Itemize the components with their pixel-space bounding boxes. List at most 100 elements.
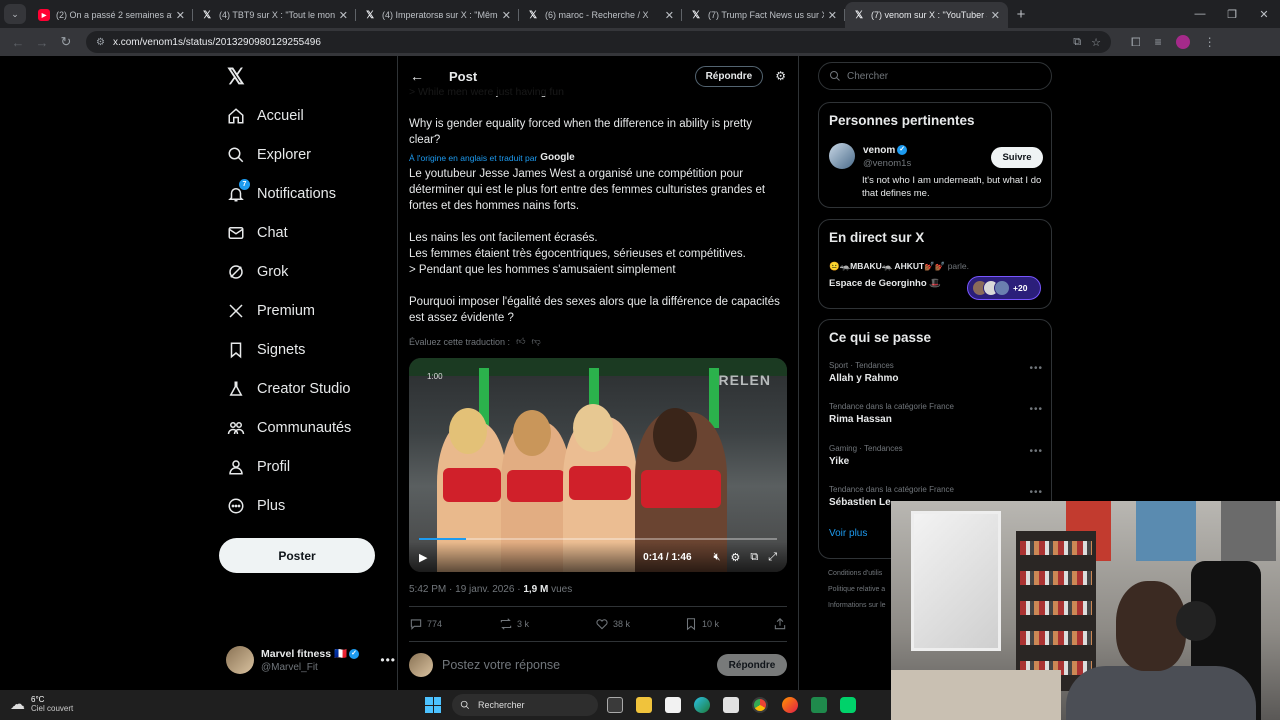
- close-tab-icon[interactable]: ✕: [665, 9, 674, 22]
- install-app-icon[interactable]: ⧉: [1073, 36, 1081, 49]
- reply-header-button[interactable]: Répondre: [694, 65, 764, 87]
- bookmark-star-icon[interactable]: ☆: [1091, 36, 1101, 49]
- browser-tab[interactable]: 𝕏 (4) Imperatorsв sur X : "Même ✕: [356, 2, 519, 28]
- youtube-icon: ▶: [38, 9, 50, 21]
- back-arrow-icon[interactable]: ←: [6, 35, 30, 50]
- more-dots-icon[interactable]: •••: [1029, 404, 1043, 415]
- translation-notice[interactable]: À l'origine en anglais et traduit par Go…: [409, 152, 575, 163]
- post-button[interactable]: Poster: [219, 538, 375, 573]
- minimize-button[interactable]: —: [1184, 8, 1216, 21]
- footer-link[interactable]: Conditions d'utilis: [828, 566, 886, 582]
- firefox-icon[interactable]: [782, 697, 798, 713]
- reply-action[interactable]: 774: [409, 617, 499, 631]
- chrome-icon[interactable]: [752, 697, 768, 713]
- nav-plus[interactable]: Plus: [226, 491, 285, 521]
- mute-icon[interactable]: 🔇︎: [714, 551, 721, 564]
- x-logo-icon[interactable]: 𝕏: [227, 64, 245, 90]
- footer-link[interactable]: Politique relative a: [828, 582, 886, 598]
- nav-premium[interactable]: Premium: [226, 296, 315, 326]
- edge-icon[interactable]: [694, 697, 710, 713]
- search-input[interactable]: Chercher: [818, 62, 1052, 90]
- video-player[interactable]: 1:00 RELEN ▶ 0:14 / 1:46 🔇︎ ⚙ ⧉ ⤢: [409, 358, 787, 572]
- browser-tab[interactable]: 𝕏 (7) Trump Fact News us sur X : " ✕: [682, 2, 845, 28]
- notepad-icon[interactable]: [665, 697, 681, 713]
- repost-action[interactable]: 3 k: [499, 617, 595, 631]
- new-tab-button[interactable]: +: [1008, 6, 1034, 23]
- see-more-link[interactable]: Voir plus: [829, 528, 867, 539]
- reply-submit-button[interactable]: Répondre: [717, 654, 787, 676]
- app-icon[interactable]: [811, 697, 827, 713]
- reply-input[interactable]: Postez votre réponse: [442, 658, 717, 672]
- thumbs-up-icon[interactable]: 👍︎: [516, 336, 525, 347]
- close-tab-icon[interactable]: ✕: [176, 9, 185, 22]
- avatar[interactable]: [829, 143, 855, 169]
- site-info-icon[interactable]: ⚙: [96, 37, 105, 48]
- maximize-button[interactable]: ❐: [1216, 8, 1248, 21]
- profile-avatar[interactable]: [1175, 35, 1190, 49]
- back-arrow-icon[interactable]: ←: [410, 68, 424, 84]
- more-dots-icon[interactable]: •••: [380, 653, 396, 667]
- post-timestamp[interactable]: 5:42 PM · 19 janv. 2026 ·: [409, 584, 523, 595]
- share-action[interactable]: [773, 617, 787, 631]
- browser-tab[interactable]: 𝕏 (4) TBT9 sur X : "Tout le monde ✕: [193, 2, 356, 28]
- nav-profil[interactable]: Profil: [226, 452, 290, 482]
- taskbar-search[interactable]: Rechercher: [452, 694, 598, 716]
- bookmark-action[interactable]: 10 k: [684, 617, 772, 631]
- card-title: Personnes pertinentes: [829, 113, 975, 128]
- follow-button[interactable]: Suivre: [991, 147, 1043, 168]
- left-navigation: 𝕏 Accueil Explorer 7 Notifications Chat …: [218, 56, 396, 690]
- nav-explorer[interactable]: Explorer: [226, 140, 311, 170]
- more-dots-icon[interactable]: •••: [1029, 446, 1043, 457]
- thumbs-down-icon[interactable]: 👎︎: [531, 336, 540, 347]
- close-window-button[interactable]: ✕: [1248, 8, 1280, 21]
- nav-chat[interactable]: Chat: [226, 218, 288, 248]
- nav-accueil[interactable]: Accueil: [226, 101, 304, 131]
- settings-gear-icon[interactable]: ⚙: [730, 551, 740, 564]
- nav-communautes[interactable]: Communautés: [226, 413, 351, 443]
- video-progress-bar[interactable]: [419, 538, 777, 540]
- like-count: 38 k: [613, 619, 631, 629]
- nav-notifications[interactable]: 7 Notifications: [226, 179, 336, 209]
- trend-item[interactable]: Gaming · Tendances Yike •••: [829, 444, 1043, 467]
- space-name[interactable]: Espace de Georginho 🎩: [829, 278, 941, 289]
- chrome-menu-icon[interactable]: ⋮: [1204, 35, 1216, 49]
- extensions-icon[interactable]: ⧠: [1131, 35, 1141, 50]
- nav-signets[interactable]: Signets: [226, 335, 305, 365]
- close-tab-icon[interactable]: ✕: [502, 9, 511, 22]
- close-tab-icon[interactable]: ✕: [339, 9, 348, 22]
- tab-search-button[interactable]: ⌄: [4, 4, 26, 24]
- file-explorer-icon[interactable]: [636, 697, 652, 713]
- fullscreen-icon[interactable]: ⤢: [768, 551, 777, 564]
- close-tab-icon[interactable]: ✕: [991, 9, 1000, 22]
- nav-grok[interactable]: Grok: [226, 257, 288, 287]
- address-bar[interactable]: ⚙ x.com/venom1s/status/20132909801292554…: [86, 31, 1111, 53]
- like-action[interactable]: 38 k: [595, 617, 684, 631]
- settings-sliders-icon[interactable]: ⚙: [775, 69, 786, 83]
- browser-tab[interactable]: ▶ (2) On a passé 2 semaines avec ✕: [30, 2, 193, 28]
- nav-creator-studio[interactable]: Creator Studio: [226, 374, 351, 404]
- trend-item[interactable]: Tendance dans la catégorie France Rima H…: [829, 402, 1043, 425]
- paragraph: Le youtubeur Jesse James West a organisé…: [409, 168, 766, 212]
- space-listeners-pill[interactable]: +20: [967, 276, 1041, 300]
- app-icon[interactable]: [840, 697, 856, 713]
- weather-widget[interactable]: ☁ 6°C Ciel couvert: [10, 695, 73, 713]
- forward-arrow-icon[interactable]: →: [30, 35, 54, 50]
- close-tab-icon[interactable]: ✕: [828, 9, 837, 22]
- play-icon[interactable]: ▶: [419, 551, 427, 564]
- footer-link[interactable]: Informations sur le: [828, 598, 886, 614]
- account-switcher[interactable]: Marvel fitness 🇫🇷 ✓ @Marvel_Fit •••: [226, 643, 396, 677]
- media-icon[interactable]: ≡: [1155, 35, 1162, 49]
- reload-icon[interactable]: ↻: [54, 34, 78, 50]
- line: Les nains les ont facilement écrasés.: [409, 232, 598, 244]
- browser-tab[interactable]: 𝕏 (6) maroc - Recherche / X ✕: [519, 2, 682, 28]
- start-icon[interactable]: [425, 697, 441, 713]
- trend-item[interactable]: Sport · Tendances Allah y Rahmo •••: [829, 361, 1043, 384]
- more-dots-icon[interactable]: •••: [1029, 487, 1043, 498]
- trend-category: Tendance dans la catégorie France: [829, 485, 954, 494]
- task-view-icon[interactable]: [607, 697, 623, 713]
- store-icon[interactable]: [723, 697, 739, 713]
- x-icon: 𝕏: [528, 9, 538, 21]
- browser-tab[interactable]: 𝕏 (7) venom sur X : "YouTuber Je ✕: [845, 2, 1008, 28]
- more-dots-icon[interactable]: •••: [1029, 363, 1043, 374]
- picture-in-picture-icon[interactable]: ⧉: [750, 551, 758, 564]
